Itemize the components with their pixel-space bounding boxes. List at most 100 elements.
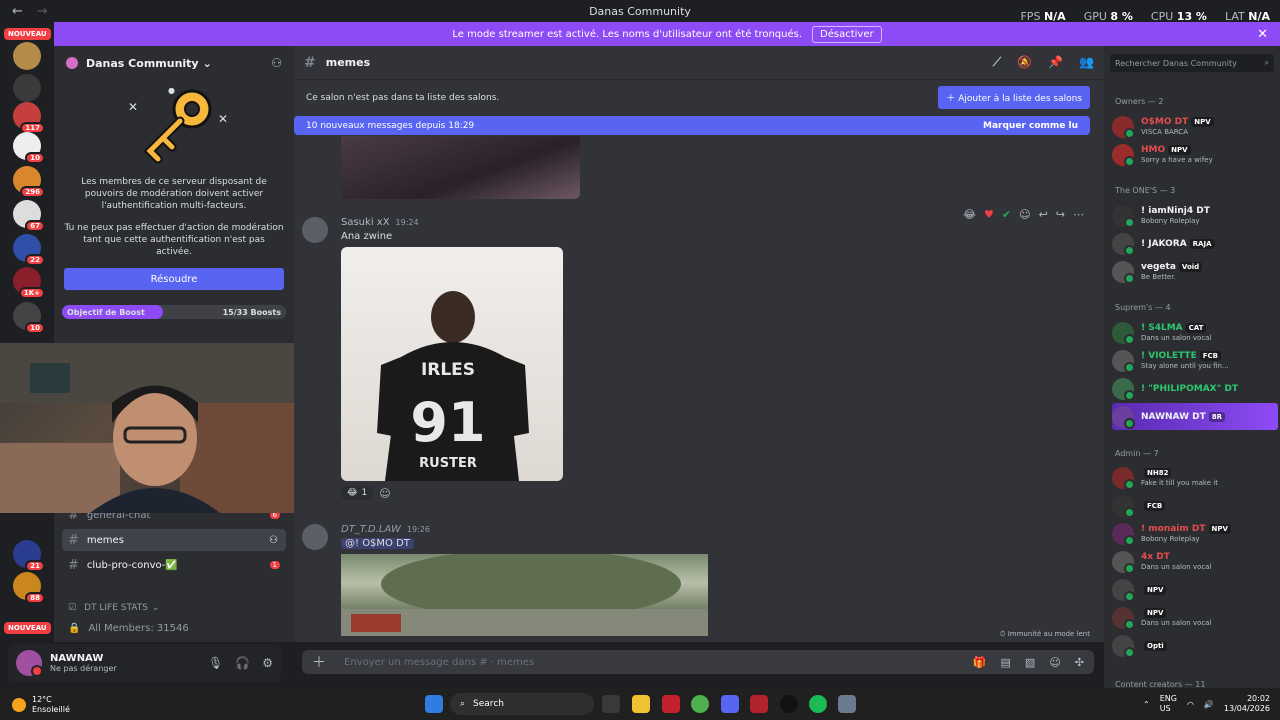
gear-icon[interactable]: ⚙ — [262, 656, 273, 670]
settings-icon[interactable] — [838, 695, 856, 713]
obs-icon[interactable] — [780, 695, 798, 713]
server-icon[interactable]: 21 — [13, 540, 45, 572]
server-icon[interactable] — [13, 42, 41, 70]
mark-read-button[interactable]: Marquer comme lu — [983, 121, 1078, 131]
reaction-check-icon[interactable]: ✔ — [1002, 208, 1011, 221]
mute-icon[interactable]: 🔕 — [1017, 55, 1032, 70]
message-image[interactable]: IRLES 91 RUSTER — [341, 247, 563, 481]
server-icon[interactable]: 10 — [13, 132, 45, 164]
member-item[interactable]: 4x DT Dans un salon vocal — [1112, 548, 1278, 575]
chat-area: # memes ⟋ 🔕 📌 👥 Ce salon n'est pas dans … — [294, 46, 1104, 642]
microphone-icon[interactable]: 🎙 — [208, 656, 223, 670]
message-input[interactable]: Envoyer un message dans # · memes — [344, 657, 534, 668]
reaction-laugh[interactable]: 😂 1 — [341, 486, 374, 500]
spotify-icon[interactable] — [809, 695, 827, 713]
new-messages-bar[interactable]: 10 nouveaux messages depuis 18:29 Marque… — [294, 116, 1090, 135]
message-author[interactable]: DT_T.D.LAW — [341, 524, 401, 535]
reaction-laugh-icon[interactable]: 😂 — [963, 208, 976, 221]
taskbar-search[interactable]: ⌕ Search — [450, 693, 594, 715]
app-icon[interactable] — [750, 695, 768, 713]
server-icon[interactable]: 22 — [13, 234, 45, 266]
volume-icon[interactable]: 🔊 — [1204, 700, 1214, 709]
sticker-icon[interactable]: ▧ — [1025, 656, 1035, 669]
member-item[interactable]: Opti — [1112, 632, 1278, 659]
message-author[interactable]: Sasuki xX — [341, 217, 390, 228]
clock[interactable]: 20:02 13/04/2026 — [1224, 694, 1270, 714]
server-icon[interactable]: 88 — [13, 572, 45, 604]
weather-widget[interactable]: 12°C Ensoleillé — [12, 695, 70, 715]
member-item[interactable]: NPV — [1112, 576, 1278, 603]
more-icon[interactable]: ⋯ — [1073, 208, 1084, 221]
avatar[interactable] — [302, 524, 328, 550]
pin-icon[interactable]: 📌 — [1048, 55, 1063, 70]
disable-streamer-button[interactable]: Désactiver — [812, 25, 882, 43]
member-item[interactable]: NPV Dans un salon vocal — [1112, 604, 1278, 631]
apps-icon[interactable]: ✣ — [1075, 656, 1084, 669]
headphones-icon[interactable]: 🎧 — [235, 656, 250, 670]
new-messages-text: 10 nouveaux messages depuis 18:29 — [306, 120, 475, 131]
plus-icon[interactable]: ＋ — [312, 652, 326, 672]
reply-icon[interactable]: ↩ — [1039, 208, 1048, 221]
channel-club-pro-convo[interactable]: # club-pro-convo-✅ 1 — [62, 554, 286, 576]
member-item[interactable]: vegeta Void Be Better. — [1112, 258, 1278, 285]
invite-icon[interactable]: ⚇ — [271, 56, 282, 70]
search-icon: ⌕ — [1264, 58, 1269, 67]
guild-header[interactable]: Danas Community ⌄ ⚇ — [54, 46, 294, 80]
member-item[interactable]: ! iamNinj4 DT Bobony Roleplay — [1112, 202, 1278, 229]
member-item[interactable]: NH82 Fake it till you make it — [1112, 464, 1278, 491]
forward-icon[interactable]: → — [37, 4, 48, 19]
add-reaction-icon[interactable]: ☺ — [1019, 208, 1030, 221]
add-reaction-icon[interactable]: ☺ — [379, 487, 390, 500]
server-icon[interactable]: 296 — [13, 166, 45, 198]
member-item[interactable]: ! monaim DT NPV Bobony Roleplay — [1112, 520, 1278, 547]
search-input[interactable]: Rechercher Danas Community ⌕ — [1110, 54, 1274, 72]
server-icon[interactable]: 1K+ — [13, 267, 45, 299]
wifi-icon[interactable]: ◠ — [1187, 700, 1194, 709]
member-item[interactable]: FCB — [1112, 492, 1278, 519]
member-item[interactable]: HMO NPV Sorry a have a wifey — [1112, 141, 1278, 168]
user-status: Ne pas déranger — [50, 664, 117, 673]
member-item[interactable]: O$MO DT NPV VISCA BARCA — [1112, 113, 1278, 140]
close-icon[interactable]: ✕ — [1257, 27, 1268, 42]
avatar[interactable] — [16, 650, 43, 677]
channel-all-members[interactable]: 🔒 All Members: 31546 — [62, 617, 286, 639]
invite-icon[interactable]: ⚇ — [269, 535, 278, 546]
members-icon[interactable]: 👥 — [1079, 55, 1094, 70]
previous-message-image[interactable] — [341, 136, 580, 199]
gif-icon[interactable]: ▤ — [1001, 656, 1011, 669]
member-item[interactable]: ! VIOLETTE FCB Stay alone until you fin... — [1112, 347, 1278, 374]
reaction-heart-icon[interactable]: ♥ — [984, 208, 994, 221]
server-icon[interactable] — [13, 74, 41, 102]
back-icon[interactable]: ← — [12, 4, 23, 19]
windows-start-icon[interactable] — [425, 695, 443, 713]
threads-icon[interactable]: ⟋ — [993, 55, 1001, 70]
svg-text:●: ● — [168, 86, 175, 95]
task-view-icon[interactable] — [602, 695, 620, 713]
resolve-button[interactable]: Résoudre — [64, 268, 284, 290]
chevron-up-icon[interactable]: ⌃ — [1143, 700, 1150, 709]
message-image[interactable] — [341, 554, 708, 636]
server-icon[interactable]: 10 — [13, 302, 45, 334]
app-icon[interactable] — [662, 695, 680, 713]
message-composer[interactable]: ＋ Envoyer un message dans # · memes 🎁 ▤ … — [302, 650, 1094, 674]
forward-icon[interactable]: ↪ — [1056, 208, 1065, 221]
emoji-icon[interactable]: ☺ — [1049, 656, 1060, 669]
message-mention[interactable]: @! O$MO DT — [341, 538, 414, 549]
member-item[interactable]: ! S4LMA CAT Dans un salon vocal — [1112, 319, 1278, 346]
category-dt-life-stats[interactable]: ☑ DT LIFE STATS ⌄ — [62, 597, 286, 619]
file-explorer-icon[interactable] — [632, 695, 650, 713]
chrome-icon[interactable] — [691, 695, 709, 713]
discord-icon[interactable] — [721, 695, 739, 713]
member-item[interactable]: ! JAKORA RAJA — [1112, 230, 1278, 257]
member-tag: NPV — [1168, 144, 1191, 155]
gift-icon[interactable]: 🎁 — [973, 656, 987, 669]
add-to-channel-list-button[interactable]: ＋ Ajouter à la liste des salons — [938, 86, 1090, 109]
channel-memes[interactable]: # memes ⚇ — [62, 529, 286, 551]
boost-goal[interactable]: Objectif de Boost 15/33 Boosts — [62, 305, 286, 319]
server-icon[interactable]: 67 — [13, 200, 45, 232]
language-indicator[interactable]: ENG US — [1160, 694, 1177, 714]
member-item[interactable]: NAWNAW DT 8R — [1112, 403, 1278, 430]
avatar[interactable] — [302, 217, 328, 243]
server-icon[interactable]: 117 — [13, 102, 45, 134]
member-item[interactable]: ! "PHILIPOMAX" DT — [1112, 375, 1278, 402]
